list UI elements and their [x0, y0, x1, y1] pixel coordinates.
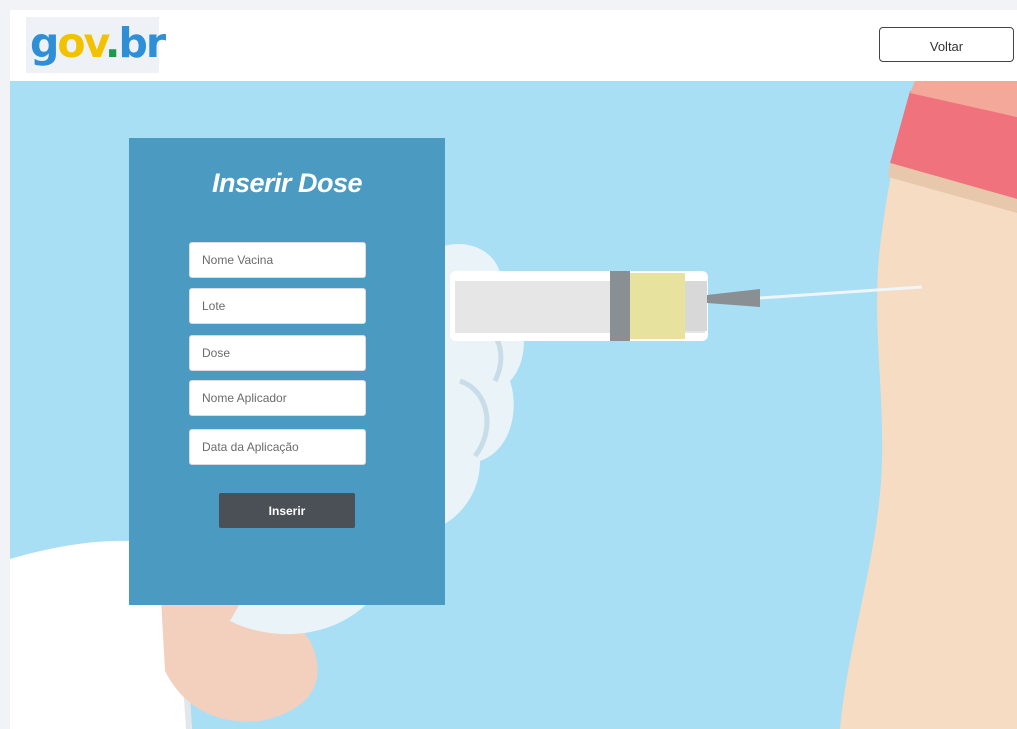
application-date-input[interactable]: [189, 429, 366, 465]
govbr-logo[interactable]: gov.br: [26, 17, 166, 73]
form-title: Inserir Dose: [211, 168, 363, 198]
app-window: gov.br Voltar Inserir Dose Nome Vacina L…: [10, 10, 1017, 729]
logo-wordmark: gov.br: [30, 19, 166, 67]
back-button[interactable]: Voltar: [879, 27, 1014, 62]
insert-button[interactable]: Inserir: [219, 493, 355, 528]
top-bar: gov.br Voltar: [10, 10, 1017, 81]
dose-input[interactable]: [189, 335, 366, 371]
batch-input[interactable]: [189, 288, 366, 324]
vaccine-name-input[interactable]: [189, 242, 366, 278]
vaccination-illustration: Inserir Dose Inserir: [10, 81, 1017, 729]
insert-dose-form: Inserir Dose Inserir: [129, 138, 445, 605]
applicator-name-input[interactable]: [189, 380, 366, 416]
